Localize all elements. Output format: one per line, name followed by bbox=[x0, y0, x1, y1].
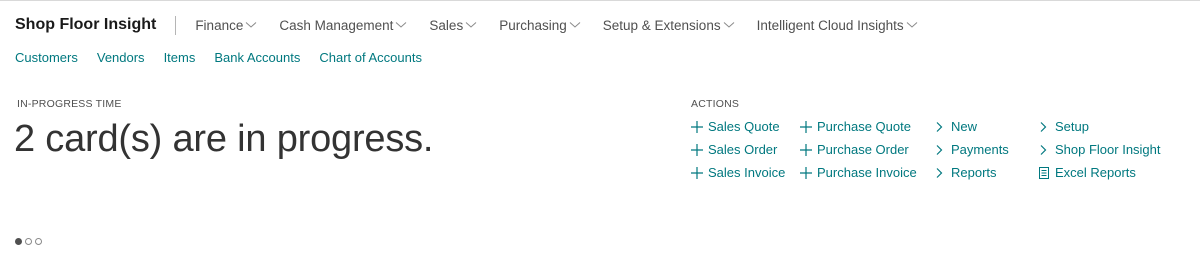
action-setup[interactable]: Setup bbox=[1037, 119, 1089, 134]
menu-setup-extensions[interactable]: Setup & Extensions bbox=[603, 18, 735, 33]
chevron-right-icon bbox=[933, 120, 947, 134]
action-label: New bbox=[951, 119, 978, 134]
action-sales-quote[interactable]: Sales Quote bbox=[690, 119, 780, 134]
chevron-right-icon bbox=[933, 166, 947, 180]
report-icon bbox=[1037, 166, 1051, 180]
chevron-right-icon bbox=[933, 143, 947, 157]
action-label: Sales Quote bbox=[708, 119, 780, 134]
action-label: Payments bbox=[951, 142, 1009, 157]
chevron-down-icon bbox=[245, 21, 257, 29]
quick-links: Customers Vendors Items Bank Accounts Ch… bbox=[15, 50, 441, 65]
actions-section-label: ACTIONS bbox=[691, 98, 740, 110]
action-label: Reports bbox=[951, 165, 997, 180]
chevron-down-icon bbox=[723, 21, 735, 29]
action-label: Purchase Order bbox=[817, 142, 909, 157]
action-sales-order[interactable]: Sales Order bbox=[690, 142, 777, 157]
menu-purchasing[interactable]: Purchasing bbox=[499, 18, 581, 33]
action-label: Purchase Invoice bbox=[817, 165, 917, 180]
chevron-right-icon bbox=[1037, 143, 1051, 157]
link-bank-accounts[interactable]: Bank Accounts bbox=[214, 50, 300, 65]
cue-text: 2 card(s) are in progress. bbox=[14, 118, 434, 160]
menu-finance-label: Finance bbox=[195, 17, 244, 33]
header-divider bbox=[175, 15, 177, 35]
app-title[interactable]: Shop Floor Insight bbox=[15, 16, 156, 34]
action-sales-invoice[interactable]: Sales Invoice bbox=[690, 165, 785, 180]
plus-icon bbox=[799, 120, 813, 134]
action-purchase-quote[interactable]: Purchase Quote bbox=[799, 119, 911, 134]
action-label: Purchase Quote bbox=[817, 119, 911, 134]
page-dot-1[interactable] bbox=[15, 238, 22, 245]
menu-finance[interactable]: Finance bbox=[195, 18, 257, 33]
top-border bbox=[0, 0, 1200, 1]
plus-icon bbox=[799, 143, 813, 157]
action-label: Shop Floor Insight bbox=[1055, 142, 1161, 157]
cue-section-label: IN-PROGRESS TIME bbox=[17, 98, 122, 110]
action-reports[interactable]: Reports bbox=[933, 165, 997, 180]
chevron-down-icon bbox=[569, 21, 581, 29]
plus-icon bbox=[690, 120, 704, 134]
menu-intelligent-cloud-insights[interactable]: Intelligent Cloud Insights bbox=[757, 18, 918, 33]
plus-icon bbox=[690, 166, 704, 180]
link-vendors[interactable]: Vendors bbox=[97, 50, 145, 65]
menu-cash-management-label: Cash Management bbox=[279, 17, 394, 33]
header: Shop Floor Insight Finance Cash Manageme… bbox=[15, 14, 940, 36]
chevron-down-icon bbox=[395, 21, 407, 29]
plus-icon bbox=[690, 143, 704, 157]
main-menu: Finance Cash Management Sales Purchasing… bbox=[195, 18, 939, 33]
action-label: Setup bbox=[1055, 119, 1089, 134]
page-dot-2[interactable] bbox=[25, 238, 32, 245]
link-items[interactable]: Items bbox=[164, 50, 196, 65]
menu-purchasing-label: Purchasing bbox=[499, 17, 567, 33]
action-shop-floor-insight[interactable]: Shop Floor Insight bbox=[1037, 142, 1161, 157]
menu-setup-extensions-label: Setup & Extensions bbox=[602, 17, 721, 33]
chevron-down-icon bbox=[465, 21, 477, 29]
menu-sales-label: Sales bbox=[429, 17, 464, 33]
menu-intelligent-cloud-insights-label: Intelligent Cloud Insights bbox=[756, 17, 904, 33]
action-label: Sales Order bbox=[708, 142, 778, 157]
chevron-down-icon bbox=[906, 21, 918, 29]
action-excel-reports[interactable]: Excel Reports bbox=[1037, 165, 1136, 180]
link-customers[interactable]: Customers bbox=[15, 50, 78, 65]
action-label: Sales Invoice bbox=[708, 165, 786, 180]
action-purchase-invoice[interactable]: Purchase Invoice bbox=[799, 165, 917, 180]
page-indicator bbox=[15, 238, 45, 245]
action-label: Excel Reports bbox=[1055, 165, 1136, 180]
action-purchase-order[interactable]: Purchase Order bbox=[799, 142, 909, 157]
link-chart-of-accounts[interactable]: Chart of Accounts bbox=[319, 50, 422, 65]
page-dot-3[interactable] bbox=[35, 238, 42, 245]
menu-cash-management[interactable]: Cash Management bbox=[279, 18, 407, 33]
plus-icon bbox=[799, 166, 813, 180]
action-new[interactable]: New bbox=[933, 119, 977, 134]
action-payments[interactable]: Payments bbox=[933, 142, 1009, 157]
chevron-right-icon bbox=[1037, 120, 1051, 134]
menu-sales[interactable]: Sales bbox=[429, 18, 477, 33]
